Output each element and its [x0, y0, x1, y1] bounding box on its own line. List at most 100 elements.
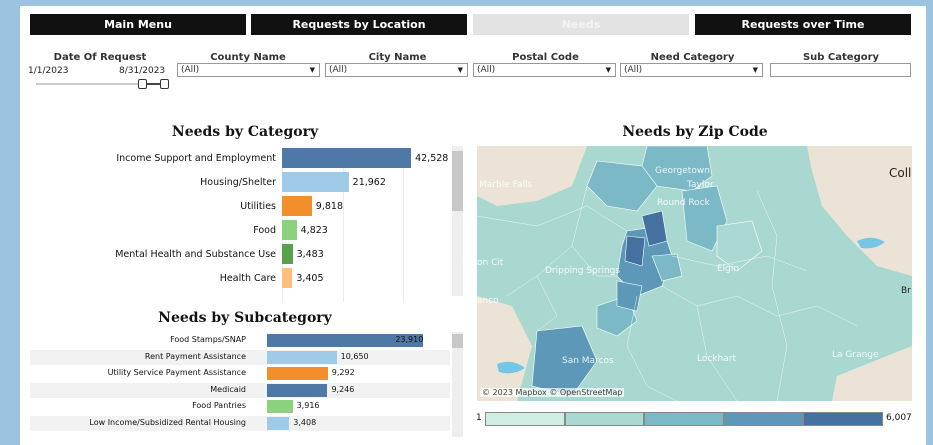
subcategory-value-label: 3,916 [296, 401, 320, 410]
map-place-label: Round Rock [657, 198, 710, 208]
legend-color-step [644, 412, 724, 426]
chevron-down-icon: ▼ [309, 66, 315, 74]
date-end-value: 8/31/2023 [119, 66, 166, 76]
requests-over-time-button[interactable]: Requests over Time [695, 14, 911, 35]
category-value-label: 3,405 [296, 273, 324, 284]
category-value-label: 42,528 [415, 153, 449, 164]
need-category-dropdown-value: (All) [624, 65, 643, 75]
main-menu-button[interactable]: Main Menu [30, 14, 246, 35]
grid-line [403, 152, 405, 302]
subcategory-row: Food Pantries 3,916 [30, 399, 450, 414]
legend-color-step [485, 412, 565, 426]
category-value-label: 3,483 [296, 249, 324, 260]
date-slider-start-handle[interactable] [138, 79, 147, 89]
date-start-value: 1/1/2023 [28, 66, 69, 76]
category-label: Housing/Shelter [200, 177, 276, 188]
category-label: Food [253, 225, 276, 236]
subcategory-label: Medicaid [210, 384, 246, 394]
chevron-down-icon: ▼ [752, 66, 758, 74]
subcategory-value-label: 10,650 [340, 351, 369, 361]
legend-color-step [564, 412, 645, 426]
postal-filter-label: Postal Code [512, 52, 579, 63]
city-dropdown-value: (All) [329, 65, 348, 75]
category-bar[interactable] [282, 196, 312, 216]
requests-by-location-button[interactable]: Requests by Location [251, 14, 467, 35]
legend-color-step [723, 412, 804, 426]
subcategory-row: Low Income/Subsidized Rental Housing 3,40… [30, 415, 450, 431]
city-dropdown[interactable]: (All) ▼ [325, 63, 468, 77]
county-dropdown-value: (All) [181, 65, 200, 75]
date-filter-label: Date Of Request [53, 52, 147, 63]
subcategory-value-label: 9,292 [331, 368, 355, 377]
subcategory-bar[interactable] [267, 350, 337, 364]
subcategory-value-label: 3,408 [293, 417, 317, 427]
category-bar[interactable] [282, 244, 293, 264]
map-place-label: San Marcos [562, 356, 614, 366]
chevron-down-icon: ▼ [457, 66, 463, 74]
city-filter-label: City Name [368, 52, 427, 63]
postal-dropdown[interactable]: (All) ▼ [473, 63, 616, 77]
subcategory-label: Food Stamps/SNAP [170, 335, 246, 344]
chevron-down-icon: ▼ [605, 66, 611, 74]
category-bar[interactable] [282, 172, 349, 192]
subcategory-bar[interactable] [267, 416, 290, 430]
subcategory-row: Rent Payment Assistance 10,650 [30, 349, 450, 365]
map-place-label: anco [477, 296, 499, 306]
category-label: Mental Health and Substance Use [115, 249, 276, 260]
county-dropdown[interactable]: (All) ▼ [177, 63, 320, 77]
postal-dropdown-value: (All) [477, 65, 496, 75]
category-value-label: 9,818 [315, 201, 343, 212]
category-value-label: 21,962 [352, 177, 386, 188]
subcategory-label: Low Income/Subsidized Rental Housing [89, 417, 246, 427]
category-chart-title: Needs by Category [171, 124, 319, 140]
scrollbar-thumb[interactable] [452, 334, 463, 348]
map-title: Needs by Zip Code [622, 124, 768, 140]
subcategory-value-label: 9,246 [331, 384, 355, 394]
map-place-label: Lockhart [697, 354, 736, 364]
zip-code-map[interactable]: Marble Falls Georgetown Taylor Round Rock El… [477, 146, 912, 401]
map-place-label: Coll [889, 166, 912, 180]
subcategory-chart-title: Needs by Subcategory [158, 310, 332, 326]
subcategory-row: Utility Service Payment Assistance 9,292 [30, 366, 450, 381]
need-category-dropdown[interactable]: (All) ▼ [620, 63, 763, 77]
category-label: Utilities [240, 201, 276, 212]
date-slider-end-handle[interactable] [160, 79, 169, 89]
subcategory-value-label: 23,910 [395, 335, 424, 344]
legend-max-value: 6,007 [886, 413, 912, 423]
need-category-filter-label: Need Category [650, 52, 735, 63]
sub-category-filter-label: Sub Category [802, 52, 880, 63]
subcategory-row: Medicaid 9,246 [30, 382, 450, 398]
sub-category-input[interactable] [770, 63, 911, 77]
map-place-label: Elgin [717, 264, 740, 274]
scrollbar-thumb[interactable] [452, 151, 463, 211]
legend-min-value: 1 [476, 413, 482, 423]
dashboard-canvas: Main Menu Requests by Location Needs Req… [20, 6, 926, 445]
category-bar[interactable] [282, 148, 412, 168]
map-place-label: Taylor [687, 180, 714, 190]
legend-color-step [803, 412, 883, 426]
subcategory-row: Food Stamps/SNAP 23,910 [30, 333, 450, 348]
subcategory-bar[interactable] [267, 400, 293, 413]
category-value-label: 4,823 [300, 225, 328, 236]
map-place-label: on Cit [477, 258, 504, 268]
category-bar[interactable] [282, 268, 293, 288]
subcategory-bar[interactable] [267, 383, 328, 397]
map-attribution: © 2023 Mapbox © OpenStreetMap [480, 388, 625, 397]
county-filter-label: County Name [210, 52, 286, 63]
subcategory-label: Food Pantries [192, 401, 246, 410]
category-label: Income Support and Employment [116, 153, 276, 164]
map-place-label: Br [901, 286, 911, 296]
category-chart-scrollbar[interactable] [452, 146, 463, 296]
subcategory-chart-scrollbar[interactable] [452, 332, 463, 437]
subcategory-label: Utility Service Payment Assistance [107, 368, 246, 377]
map-place-label: La Grange [832, 350, 879, 360]
needs-button[interactable]: Needs [473, 14, 689, 35]
subcategory-bar[interactable] [267, 367, 328, 380]
subcategory-label: Rent Payment Assistance [144, 351, 246, 361]
map-place-label: Marble Falls [479, 180, 533, 190]
map-region [624, 235, 646, 267]
category-bar[interactable] [282, 220, 297, 240]
map-place-label: Georgetown [655, 166, 710, 176]
category-label: Health Care [219, 273, 276, 284]
map-place-label: Dripping Springs [545, 266, 621, 276]
